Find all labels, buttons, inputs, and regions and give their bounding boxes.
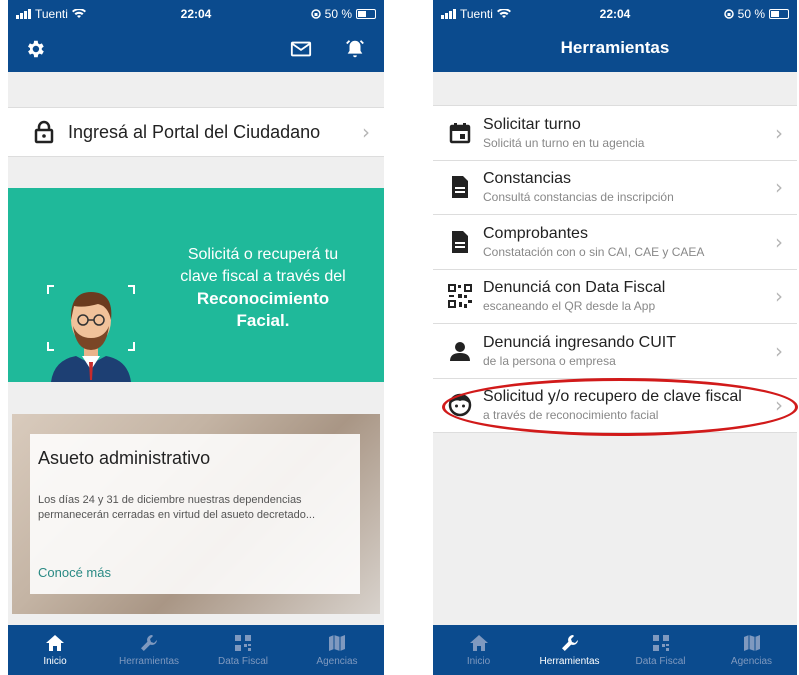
- tab-herramientas[interactable]: Herramientas: [524, 625, 615, 675]
- tab-agencias[interactable]: Agencias: [706, 625, 797, 675]
- list-item-clave-fiscal[interactable]: Solicitud y/o recupero de clave fiscal a…: [433, 379, 797, 433]
- item-subtitle: escaneando el QR desde la App: [483, 299, 656, 314]
- gear-icon[interactable]: [24, 38, 46, 60]
- item-subtitle: a través de reconocimiento facial: [483, 408, 659, 423]
- item-subtitle: Constatación con o sin CAI, CAE y CAEA: [483, 244, 705, 259]
- person-icon: [447, 338, 473, 364]
- tab-label: Herramientas: [118, 656, 180, 667]
- item-title: Solicitar turno: [483, 115, 581, 133]
- rotation-lock-icon: [723, 9, 734, 19]
- portal-label: Ingresá al Portal del Ciudadano: [68, 121, 321, 142]
- list-item-solicitar-turno[interactable]: Solicitar turno Solicitá un turno en tu …: [433, 106, 797, 161]
- tab-label: Agencias: [730, 656, 773, 667]
- news-title: Asueto administrativo: [38, 448, 211, 468]
- tab-label: Agencias: [316, 656, 358, 667]
- map-icon: [743, 635, 760, 651]
- battery-percent: 50 %: [737, 7, 765, 21]
- item-title: Denunciá ingresando CUIT: [483, 333, 676, 351]
- list-item-denuncia-cuit[interactable]: Denunciá ingresando CUIT de la persona o…: [433, 324, 797, 379]
- banner-text: Solicitá o recuperá tu clave fiscal a tr…: [158, 244, 368, 332]
- battery-icon: [356, 9, 376, 19]
- chevron-right-icon: ›: [775, 284, 783, 309]
- news-body: Los días 24 y 31 de diciembre nuestras d…: [38, 494, 315, 521]
- tab-herramientas[interactable]: Herramientas: [102, 625, 196, 675]
- status-bar: Tuenti 22:04 50 %: [433, 0, 797, 28]
- tab-label: Inicio: [466, 656, 491, 667]
- mail-icon[interactable]: [290, 38, 312, 60]
- home-icon: [46, 635, 64, 651]
- item-title: Solicitud y/o recupero de clave fiscal: [483, 388, 742, 406]
- tab-inicio[interactable]: Inicio: [433, 625, 524, 675]
- item-subtitle: de la persona o empresa: [483, 353, 616, 368]
- qr-code-icon: [652, 635, 669, 651]
- banner-line-1: Solicitá o recuperá tu: [187, 246, 339, 263]
- list-item-constancias[interactable]: Constancias Consultá constancias de insc…: [433, 161, 797, 215]
- banner-line-2: clave fiscal a través del: [180, 268, 346, 285]
- tab-agencias[interactable]: Agencias: [290, 625, 384, 675]
- news-card[interactable]: Asueto administrativo Los días 24 y 31 d…: [30, 434, 360, 594]
- qr-code-icon: [235, 635, 251, 651]
- chevron-right-icon: ›: [362, 120, 370, 144]
- chevron-right-icon: ›: [775, 229, 783, 254]
- battery-icon: [769, 9, 789, 19]
- chevron-right-icon: ›: [775, 393, 783, 418]
- alarm-bell-icon[interactable]: [344, 38, 366, 60]
- read-more-link[interactable]: Conocé más: [38, 565, 111, 580]
- wrench-icon: [561, 635, 578, 651]
- lock-icon: [34, 120, 54, 144]
- item-subtitle: Consultá constancias de inscripción: [483, 190, 674, 205]
- tab-inicio[interactable]: Inicio: [8, 625, 102, 675]
- banner-line-4: Facial.: [236, 311, 290, 330]
- document-icon: [447, 229, 473, 255]
- home-screen: Tuenti 22:04 50 % Ingresá al Portal del …: [8, 0, 384, 675]
- item-title: Comprobantes: [483, 224, 588, 242]
- facial-recognition-banner[interactable]: Solicitá o recuperá tu clave fiscal a tr…: [8, 188, 384, 382]
- top-bar: Tuenti 22:04 50 % Herramientas: [433, 0, 797, 72]
- tab-label: Inicio: [43, 656, 67, 667]
- avatar-illustration: [47, 285, 135, 382]
- item-title: Denunciá con Data Fiscal: [483, 279, 666, 297]
- portal-ciudadano-row[interactable]: Ingresá al Portal del Ciudadano ›: [8, 107, 384, 157]
- status-bar: Tuenti 22:04 50 %: [8, 0, 384, 28]
- calendar-icon: [447, 120, 473, 146]
- tools-screen: Tuenti 22:04 50 % Herramientas Solicitar…: [433, 0, 797, 675]
- chevron-right-icon: ›: [775, 120, 783, 145]
- tab-bar: Inicio Herramientas Data Fiscal Agencias: [433, 625, 797, 675]
- tab-data-fiscal[interactable]: Data Fiscal: [196, 625, 290, 675]
- tab-label: Data Fiscal: [635, 656, 686, 667]
- item-subtitle: Solicitá un turno en tu agencia: [483, 135, 645, 150]
- wrench-icon: [141, 635, 157, 651]
- chevron-right-icon: ›: [775, 338, 783, 363]
- banner-line-3: Reconocimiento: [196, 289, 330, 308]
- qr-code-icon: [447, 283, 473, 309]
- document-icon: [447, 174, 473, 200]
- battery-percent: 50 %: [324, 7, 352, 21]
- list-item-comprobantes[interactable]: Comprobantes Constatación con o sin CAI,…: [433, 215, 797, 270]
- rotation-lock-icon: [310, 9, 321, 19]
- news-card-photo: Asueto administrativo Los días 24 y 31 d…: [12, 414, 380, 614]
- list-item-data-fiscal[interactable]: Denunciá con Data Fiscal escaneando el Q…: [433, 270, 797, 324]
- home-icon: [469, 635, 488, 651]
- page-title: Herramientas: [560, 38, 670, 57]
- face-icon: [447, 392, 473, 418]
- map-icon: [329, 635, 345, 651]
- chevron-right-icon: ›: [775, 175, 783, 200]
- tab-data-fiscal[interactable]: Data Fiscal: [615, 625, 706, 675]
- tools-list: Solicitar turno Solicitá un turno en tu …: [433, 105, 797, 433]
- tab-label: Data Fiscal: [217, 656, 268, 667]
- tab-label: Herramientas: [539, 656, 600, 667]
- item-title: Constancias: [483, 170, 572, 188]
- tab-bar: Inicio Herramientas Data Fiscal Agencias: [8, 625, 384, 675]
- top-bar: Tuenti 22:04 50 %: [8, 0, 384, 72]
